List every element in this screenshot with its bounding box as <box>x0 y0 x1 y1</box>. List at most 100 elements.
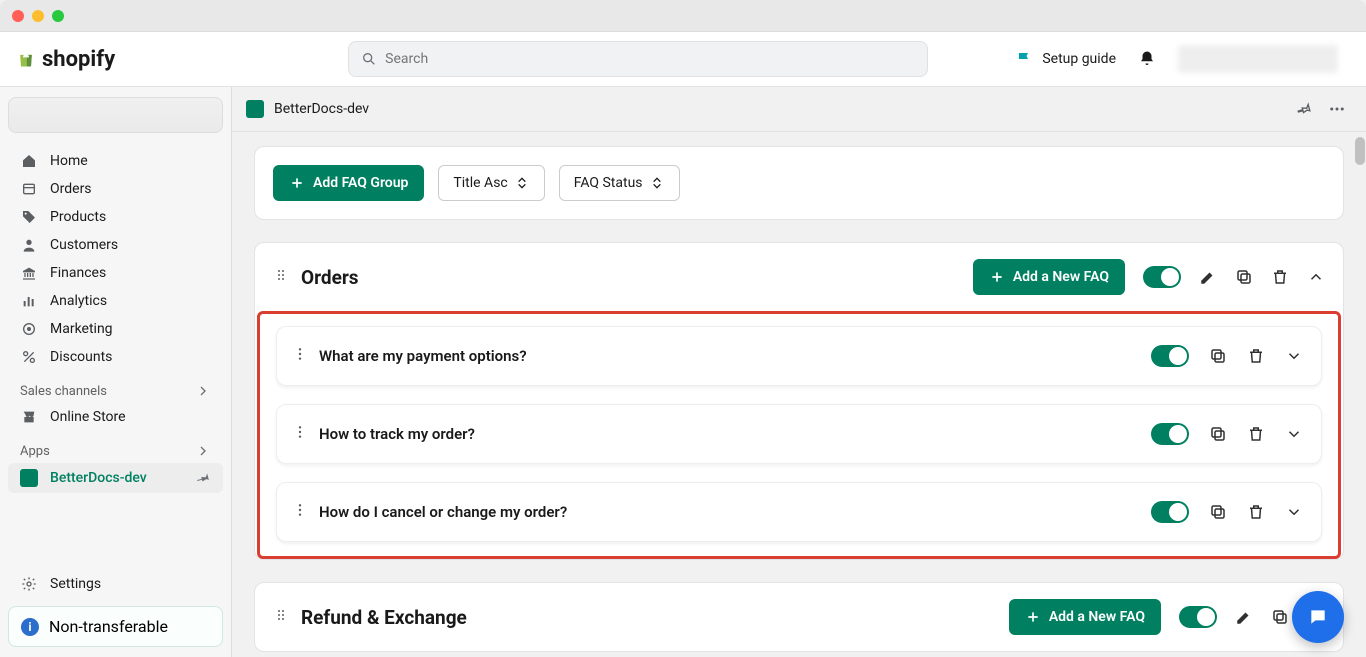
faq-enable-toggle[interactable] <box>1151 345 1189 367</box>
faq-item: How do I cancel or change my order? <box>276 482 1322 542</box>
pin-icon[interactable] <box>1293 98 1315 120</box>
chevron-down-icon <box>1285 425 1303 443</box>
drag-handle-icon[interactable] <box>295 502 305 522</box>
sidebar-item-label: Orders <box>50 181 92 197</box>
store-switcher[interactable] <box>8 97 223 133</box>
main-panel: BetterDocs-dev Add FAQ Group Title Asc <box>232 87 1366 657</box>
add-new-faq-button[interactable]: Add a New FAQ <box>1009 599 1161 635</box>
sidebar-item-online-store[interactable]: Online Store <box>8 403 223 431</box>
sidebar-item-label: Home <box>50 153 88 169</box>
faq-enable-toggle[interactable] <box>1151 501 1189 523</box>
group-enable-toggle[interactable] <box>1179 606 1217 628</box>
edit-button[interactable] <box>1199 268 1217 286</box>
sidebar-item-label: Settings <box>50 576 101 592</box>
delete-button[interactable] <box>1247 503 1265 521</box>
orders-icon <box>20 181 38 197</box>
bell-icon[interactable] <box>1138 50 1156 68</box>
more-icon[interactable] <box>1328 100 1346 118</box>
search-box[interactable] <box>348 41 928 77</box>
sidebar-item-marketing[interactable]: Marketing <box>8 315 223 343</box>
copy-button[interactable] <box>1235 268 1253 286</box>
logo[interactable]: shopify <box>16 47 260 72</box>
sidebar-item-discounts[interactable]: Discounts <box>8 343 223 371</box>
sidebar-item-label: Online Store <box>50 409 126 425</box>
drag-handle-icon[interactable] <box>295 346 305 366</box>
sidebar-section-apps[interactable]: Apps <box>8 431 223 463</box>
sort-dropdown[interactable]: Title Asc <box>438 165 544 201</box>
delete-button[interactable] <box>1271 268 1289 286</box>
sidebar-item-products[interactable]: Products <box>8 203 223 231</box>
setup-guide-label: Setup guide <box>1042 51 1116 67</box>
copy-button[interactable] <box>1209 503 1227 521</box>
add-faq-group-button[interactable]: Add FAQ Group <box>273 165 424 201</box>
chevron-right-icon <box>195 443 211 459</box>
faq-question: What are my payment options? <box>319 347 527 365</box>
collapse-button[interactable] <box>1307 268 1325 286</box>
window-minimize-button[interactable] <box>32 10 44 22</box>
expand-button[interactable] <box>1285 347 1303 365</box>
home-icon <box>20 153 38 169</box>
app-title: BetterDocs-dev <box>274 101 369 117</box>
copy-button[interactable] <box>1271 608 1289 626</box>
faq-item: How to track my order? <box>276 404 1322 464</box>
sidebar-item-orders[interactable]: Orders <box>8 175 223 203</box>
delete-button[interactable] <box>1247 425 1265 443</box>
faq-group-refund-exchange: Refund & Exchange Add a New FAQ <box>254 582 1344 652</box>
chevron-right-icon <box>195 383 211 399</box>
drag-handle-icon[interactable] <box>273 607 289 627</box>
faq-list-highlight: What are my payment options? <box>257 311 1341 559</box>
scrollbar-thumb[interactable] <box>1355 137 1365 165</box>
faq-question: How to track my order? <box>319 425 475 443</box>
sidebar-item-settings[interactable]: Settings <box>8 570 223 598</box>
brand-text: shopify <box>42 47 115 72</box>
drag-handle-icon[interactable] <box>273 267 289 287</box>
group-title: Refund & Exchange <box>301 606 467 629</box>
delete-button[interactable] <box>1247 347 1265 365</box>
sidebar-item-betterdocs[interactable]: BetterDocs-dev <box>8 463 223 493</box>
analytics-icon <box>20 293 38 309</box>
chat-widget-button[interactable] <box>1292 591 1344 643</box>
faq-enable-toggle[interactable] <box>1151 423 1189 445</box>
person-icon <box>20 237 38 253</box>
plus-icon <box>989 269 1005 285</box>
sidebar-item-label: Finances <box>50 265 106 281</box>
window-close-button[interactable] <box>12 10 24 22</box>
button-label: Add a New FAQ <box>1049 609 1145 625</box>
sidebar: Home Orders Products Customers Finances … <box>0 87 232 657</box>
main-scrollbar[interactable] <box>1354 133 1366 657</box>
window-zoom-button[interactable] <box>52 10 64 22</box>
account-menu[interactable] <box>1178 45 1338 73</box>
sidebar-item-label: Marketing <box>50 321 113 337</box>
group-enable-toggle[interactable] <box>1143 266 1181 288</box>
copy-button[interactable] <box>1209 347 1227 365</box>
group-title: Orders <box>301 266 359 289</box>
sidebar-item-analytics[interactable]: Analytics <box>8 287 223 315</box>
sidebar-item-home[interactable]: Home <box>8 147 223 175</box>
sidebar-item-label: Discounts <box>50 349 112 365</box>
dropdown-label: Title Asc <box>453 175 507 191</box>
setup-guide-link[interactable]: Setup guide <box>1016 50 1116 68</box>
copy-button[interactable] <box>1209 425 1227 443</box>
info-icon: i <box>21 618 39 636</box>
pin-icon[interactable] <box>192 467 214 489</box>
faq-status-dropdown[interactable]: FAQ Status <box>559 165 680 201</box>
sidebar-section-sales-channels[interactable]: Sales channels <box>8 371 223 403</box>
sidebar-item-label: BetterDocs-dev <box>50 470 147 486</box>
sort-updown-icon <box>514 175 530 191</box>
add-new-faq-button[interactable]: Add a New FAQ <box>973 259 1125 295</box>
expand-button[interactable] <box>1285 503 1303 521</box>
percent-icon <box>20 349 38 365</box>
faq-item: What are my payment options? <box>276 326 1322 386</box>
expand-button[interactable] <box>1285 425 1303 443</box>
app-logo-icon <box>246 100 264 118</box>
sidebar-item-customers[interactable]: Customers <box>8 231 223 259</box>
sidebar-item-finances[interactable]: Finances <box>8 259 223 287</box>
edit-button[interactable] <box>1235 608 1253 626</box>
search-icon <box>361 51 377 67</box>
non-transferable-notice[interactable]: i Non-transferable <box>8 606 223 647</box>
drag-handle-icon[interactable] <box>295 424 305 444</box>
gear-icon <box>20 576 38 592</box>
bank-icon <box>20 265 38 281</box>
chevron-up-icon <box>1307 268 1325 286</box>
search-input[interactable] <box>385 51 915 67</box>
